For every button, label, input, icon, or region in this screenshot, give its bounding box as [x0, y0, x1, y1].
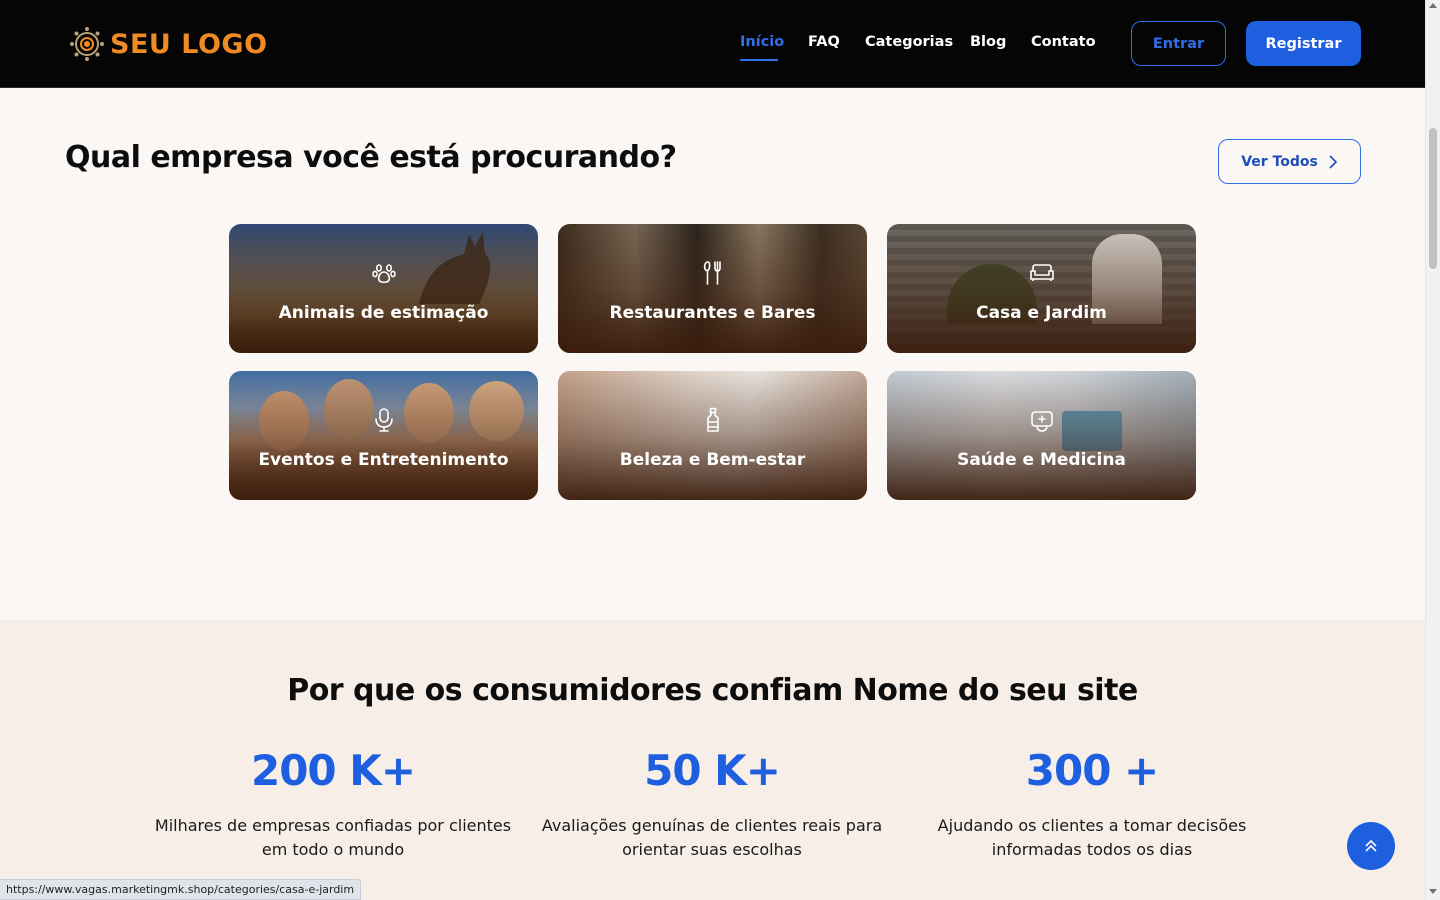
- stat-description-line: em todo o mundo: [261, 840, 405, 859]
- card-overlay: [229, 371, 538, 500]
- fork-knife-icon: [703, 261, 721, 285]
- stat-value: 300 +: [1025, 746, 1159, 795]
- category-card-pets[interactable]: Animais de estimação: [229, 224, 538, 353]
- stat-description-line: informadas todos os dias: [991, 840, 1193, 859]
- stat-description-line: Milhares de empresas confiadas por clien…: [154, 816, 512, 835]
- site-logo[interactable]: SEU LOGO: [68, 24, 268, 64]
- bottle-icon: [706, 407, 719, 432]
- medical-kit-icon: [1030, 411, 1053, 432]
- nav-link-blog[interactable]: Blog: [970, 34, 1006, 50]
- paw-icon: [371, 264, 396, 284]
- category-card-beauty[interactable]: Beleza e Bem-estar: [558, 371, 867, 500]
- categories-title: Qual empresa você está procurando?: [65, 140, 677, 175]
- category-label: Casa e Jardim: [976, 303, 1107, 323]
- category-label: Animais de estimação: [278, 303, 489, 323]
- scroll-down-arrow-icon[interactable]: [1429, 889, 1437, 894]
- vertical-scrollbar[interactable]: [1425, 0, 1440, 900]
- category-label: Beleza e Bem-estar: [619, 450, 806, 470]
- scrollbar-thumb[interactable]: [1429, 128, 1437, 269]
- logo-gear-icon: [70, 27, 104, 61]
- stat-description: Milhares de empresas confiadas por clien…: [133, 814, 533, 862]
- microphone-icon: [374, 408, 393, 432]
- view-all-button[interactable]: Ver Todos: [1218, 139, 1361, 184]
- card-overlay: [887, 224, 1196, 353]
- logo-text: SEU LOGO: [110, 28, 268, 60]
- scroll-to-top-button[interactable]: [1347, 822, 1395, 870]
- stat-description-line: Avaliações genuínas de clientes reais pa…: [541, 816, 883, 835]
- stat-value: 50 K+: [644, 746, 781, 795]
- site-header: SEU LOGO Início FAQ Categorias Blog Cont…: [0, 0, 1425, 88]
- stat-description-line: Ajudando os clientes a tomar decisões: [937, 816, 1247, 835]
- trust-title: Por que os consumidores confiam Nome do …: [287, 673, 1138, 708]
- nav-link-contato[interactable]: Contato: [1031, 34, 1096, 50]
- category-card-home-garden[interactable]: Casa e Jardim: [887, 224, 1196, 353]
- card-overlay: [558, 224, 867, 353]
- sofa-icon: [1029, 264, 1054, 281]
- link-status-bar: https://www.vagas.marketingmk.shop/categ…: [0, 879, 362, 900]
- chevron-right-icon: [1329, 154, 1337, 169]
- category-label: Restaurantes e Bares: [609, 303, 816, 323]
- category-card-events[interactable]: Eventos e Entretenimento: [229, 371, 538, 500]
- card-overlay: [558, 371, 867, 500]
- stat-description: Ajudando os clientes a tomar decisões in…: [892, 814, 1292, 862]
- card-overlay: [887, 371, 1196, 500]
- category-card-restaurants[interactable]: Restaurantes e Bares: [558, 224, 867, 353]
- stat-description-line: orientar suas escolhas: [622, 840, 802, 859]
- nav-active-indicator: [740, 59, 778, 61]
- login-button[interactable]: Entrar: [1131, 21, 1226, 66]
- double-chevron-up-icon: [1365, 839, 1377, 852]
- card-overlay: [229, 224, 538, 353]
- category-card-health[interactable]: Saúde e Medicina: [887, 371, 1196, 500]
- nav-link-inicio[interactable]: Início: [740, 34, 784, 50]
- stat-description: Avaliações genuínas de clientes reais pa…: [512, 814, 912, 862]
- nav-link-categorias[interactable]: Categorias: [865, 34, 953, 50]
- view-all-label: Ver Todos: [1241, 153, 1318, 170]
- register-button[interactable]: Registrar: [1246, 21, 1361, 66]
- nav-link-faq[interactable]: FAQ: [808, 34, 840, 50]
- scroll-up-arrow-icon[interactable]: [1429, 3, 1437, 8]
- category-label: Saúde e Medicina: [957, 450, 1126, 470]
- category-label: Eventos e Entretenimento: [258, 450, 509, 470]
- stat-value: 200 K+: [250, 746, 416, 795]
